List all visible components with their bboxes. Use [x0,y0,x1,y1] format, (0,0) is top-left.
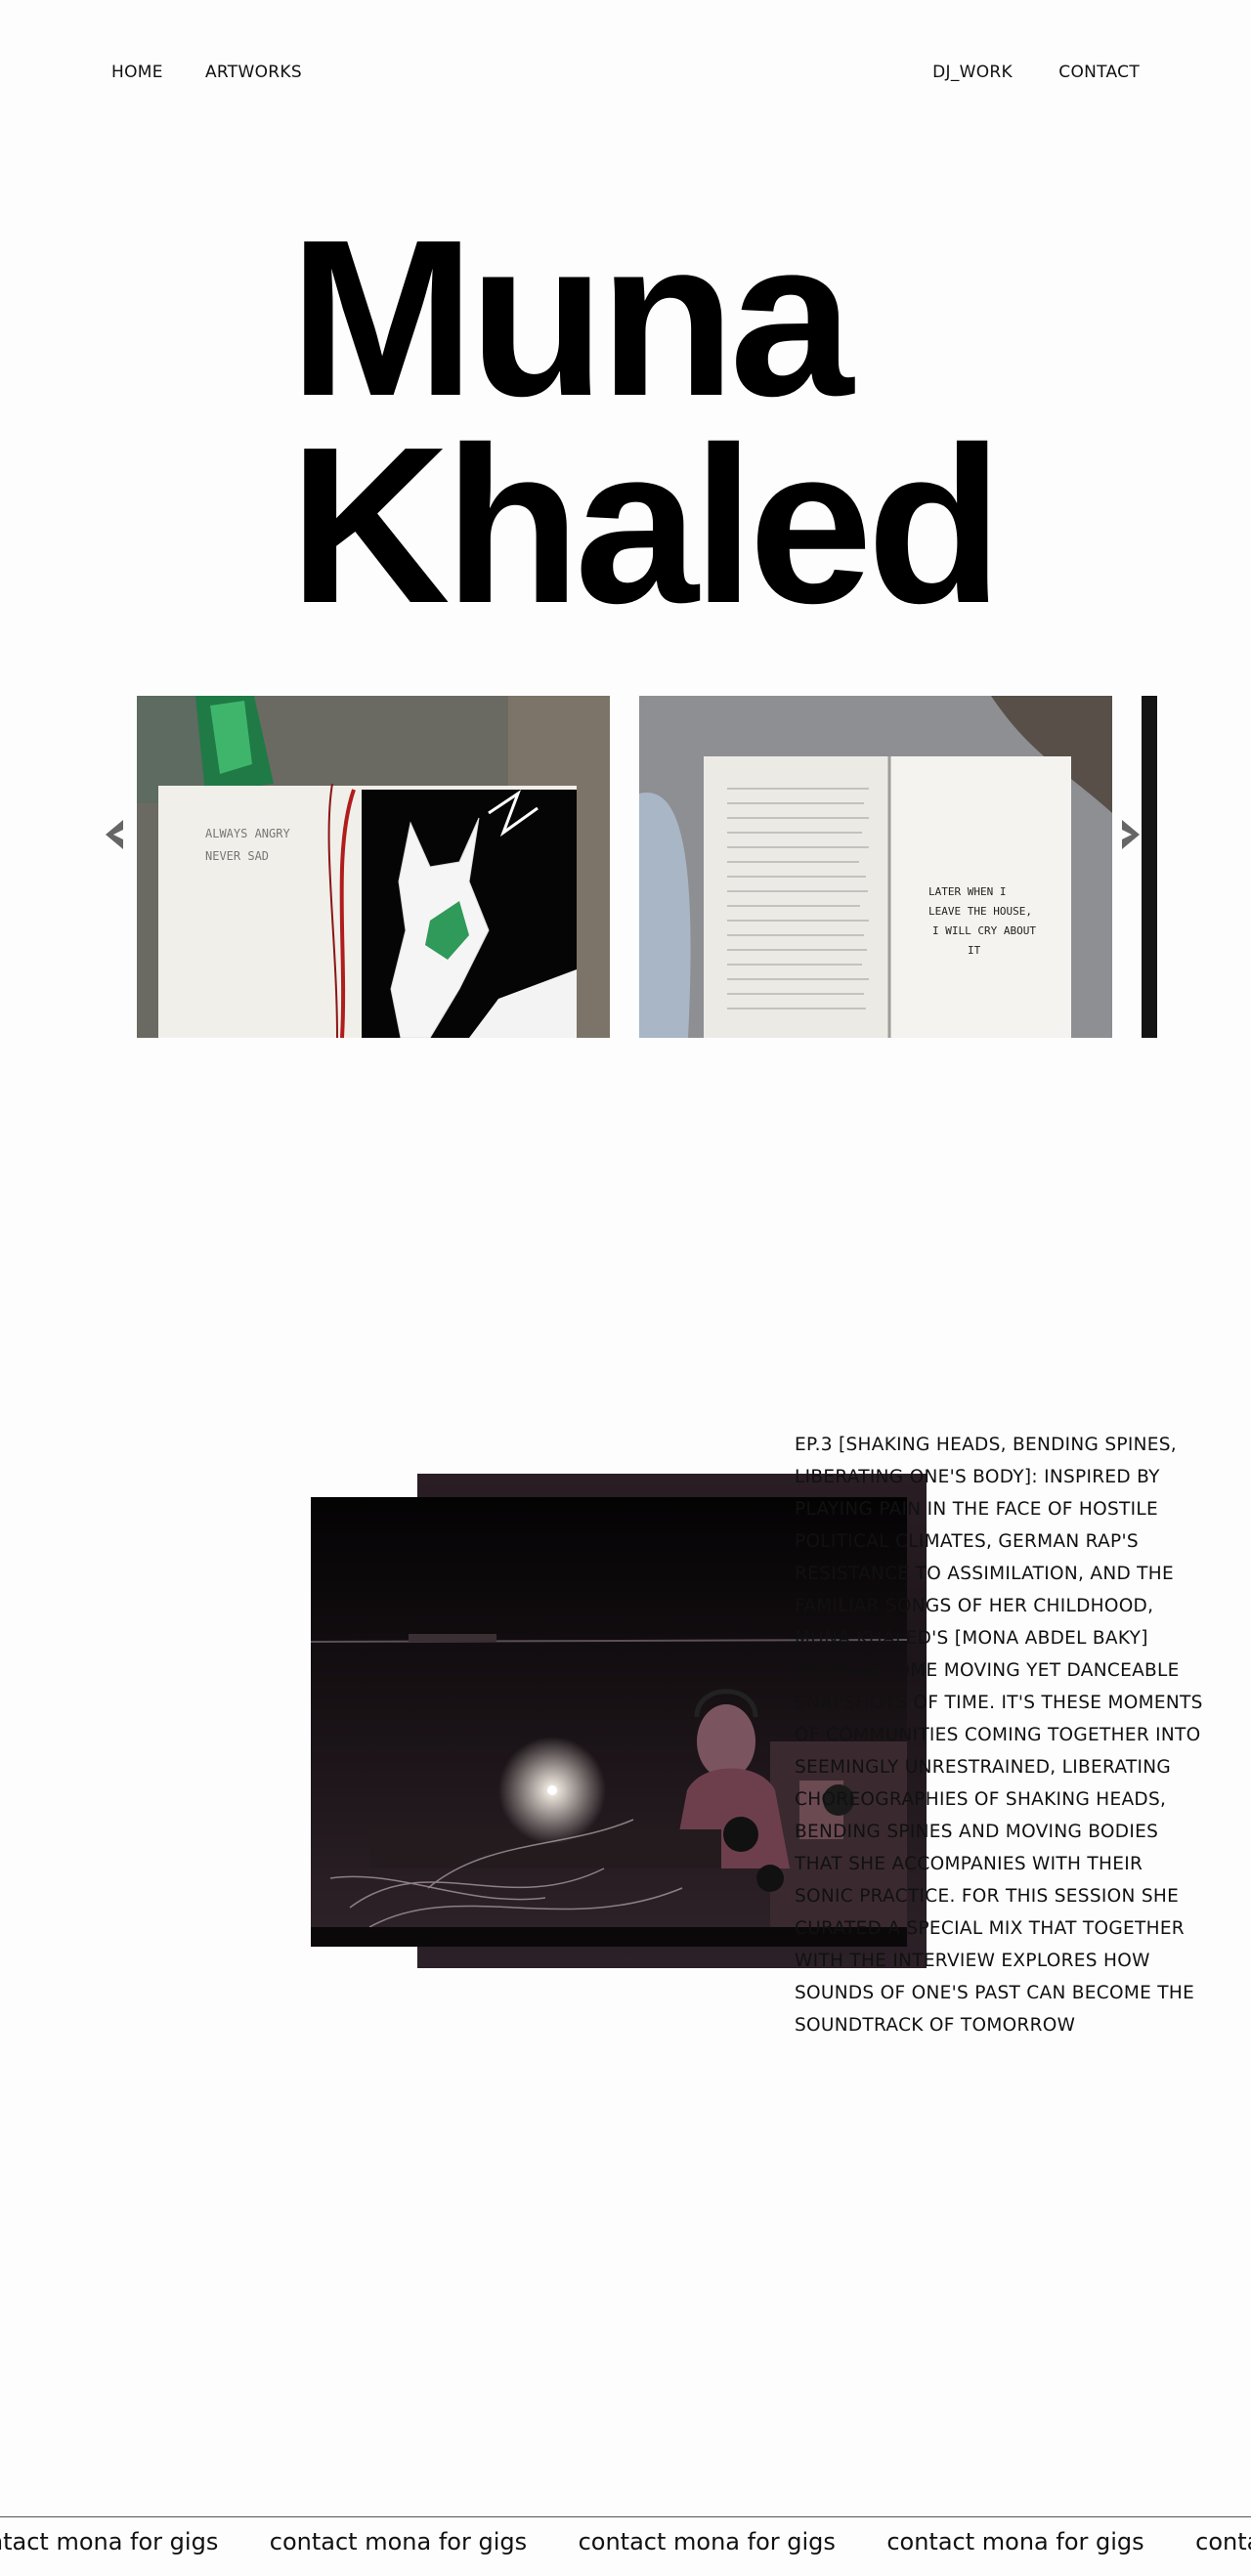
top-nav: HOME ARTWORKS DJ_WORK CONTACT [111,63,1140,88]
chevron-left-icon [106,820,123,849]
slide2-caption-line4: IT [968,944,981,957]
page-title: Muna Khaled [289,194,1071,650]
carousel-prev-button[interactable] [100,815,129,854]
slide1-caption-line1: ALWAYS ANGRY [205,827,290,840]
title-last-name: Khaled [289,402,1003,650]
marquee-item[interactable]: contact mona for gigs [1195,2525,1251,2558]
marquee-item[interactable]: contact mona for gigs [270,2525,527,2558]
title-first-name: Muna [289,194,853,443]
artist-description: EP.3 [SHAKING HEADS, BENDING SPINES, LIB… [795,1435,1203,2036]
carousel-slide-partial[interactable] [1142,696,1157,1038]
carousel-slide-sketchbook-dog[interactable]: ALWAYS ANGRY NEVER SAD [137,696,610,1038]
marquee-divider [0,2516,1251,2517]
nav-home[interactable]: HOME [111,63,163,82]
slide2-caption-line1: LATER WHEN I [928,885,1006,898]
nav-dj-work[interactable]: DJ_WORK [932,63,1013,82]
sketchbook-dog-image: ALWAYS ANGRY NEVER SAD [137,696,610,1038]
sketchbook-notes-image: LATER WHEN I LEAVE THE HOUSE, I WILL CRY… [639,696,1112,1038]
slide1-caption-line2: NEVER SAD [205,849,269,863]
contact-marquee[interactable]: contact mona for gigs contact mona for g… [0,2525,1251,2564]
nav-contact[interactable]: CONTACT [1058,63,1140,82]
marquee-item[interactable]: contact mona for gigs [579,2525,836,2558]
artwork-carousel[interactable]: ALWAYS ANGRY NEVER SAD LATER WHEN I LEAV… [137,696,1157,1038]
nav-artworks[interactable]: ARTWORKS [205,63,302,82]
slide2-caption-line3: I WILL CRY ABOUT [932,924,1036,937]
chevron-right-icon [1122,820,1140,849]
slide2-caption-line2: LEAVE THE HOUSE, [928,905,1032,918]
carousel-slide-sketchbook-notes[interactable]: LATER WHEN I LEAVE THE HOUSE, I WILL CRY… [639,696,1112,1038]
marquee-item[interactable]: contact mona for gigs [886,2525,1143,2558]
marquee-item[interactable]: contact mona for gigs [0,2525,218,2558]
carousel-next-button[interactable] [1116,815,1145,854]
